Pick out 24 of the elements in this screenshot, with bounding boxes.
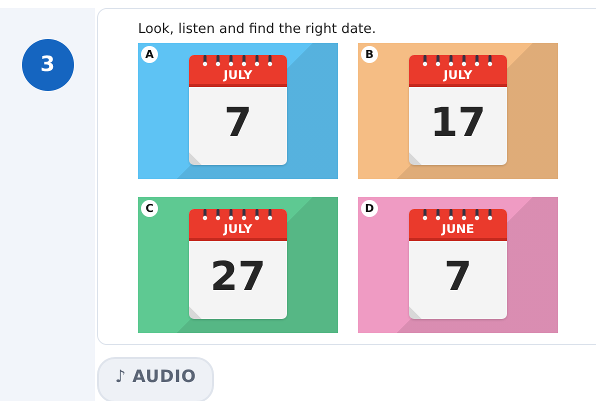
calendar-day: 17 bbox=[409, 103, 507, 143]
instruction-text: Look, listen and find the right date. bbox=[138, 21, 377, 37]
option-letter: C bbox=[141, 200, 158, 217]
calendar-day: 27 bbox=[189, 257, 287, 297]
calendar-month: JULY bbox=[224, 68, 252, 82]
answer-option-picture[interactable]: B JULY 17 bbox=[358, 43, 558, 179]
binder-rings-icon bbox=[201, 209, 275, 221]
calendar-day: 7 bbox=[409, 257, 507, 297]
binder-rings-icon bbox=[421, 55, 495, 67]
calendar-month: JULY bbox=[444, 68, 472, 82]
calendar-month: JUNE bbox=[442, 222, 474, 236]
answer-option-picture[interactable]: D JUNE 7 bbox=[358, 197, 558, 333]
calendar-month: JULY bbox=[224, 222, 252, 236]
option-letter: D bbox=[361, 200, 378, 217]
option-letter: B bbox=[361, 46, 378, 63]
question-number: 3 bbox=[22, 39, 74, 91]
binder-rings-icon bbox=[201, 55, 275, 67]
answer-option-picture[interactable]: A JULY 7 bbox=[138, 43, 338, 179]
music-note-icon: ♪ bbox=[115, 367, 126, 387]
audio-button[interactable]: ♪ AUDIO bbox=[97, 357, 214, 401]
option-letter: A bbox=[141, 46, 158, 63]
binder-rings-icon bbox=[421, 209, 495, 221]
answer-option-picture[interactable]: C JULY 27 bbox=[138, 197, 338, 333]
calendar-day: 7 bbox=[189, 103, 287, 143]
